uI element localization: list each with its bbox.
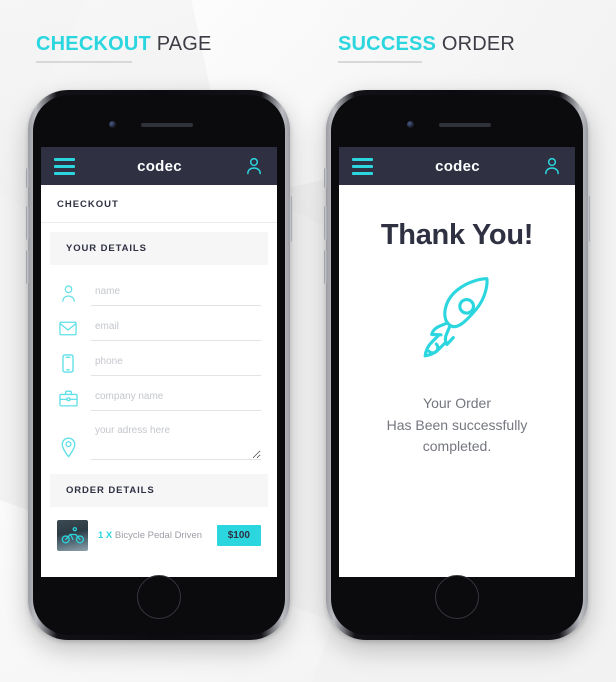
success-page-heading: SUCCESS ORDER: [338, 33, 515, 63]
email-input[interactable]: [91, 319, 261, 341]
bicycle-icon: [61, 527, 84, 544]
map-pin-icon: [57, 434, 79, 460]
name-input[interactable]: [91, 284, 261, 306]
phone-volume-down-button[interactable]: [26, 250, 29, 284]
order-item-label: 1 X Bicycle Pedal Driven: [98, 530, 207, 541]
app-brand-logo: codec: [137, 157, 182, 175]
phone-silent-switch[interactable]: [26, 168, 29, 188]
field-row-phone: [57, 341, 261, 376]
order-details-heading: ORDER DETAILS: [50, 474, 268, 507]
order-line-item: 1 X Bicycle Pedal Driven $100: [41, 507, 277, 551]
front-camera-icon: [407, 121, 414, 128]
person-icon: [57, 280, 79, 306]
checkout-form: [41, 265, 277, 460]
earpiece-speaker: [439, 123, 491, 127]
phone-home-button[interactable]: [435, 575, 479, 619]
rocket-icon: [411, 270, 503, 367]
address-textarea[interactable]: [91, 420, 261, 460]
success-heading-plain: ORDER: [436, 33, 516, 55]
briefcase-icon: [57, 385, 79, 411]
field-row-company: [57, 376, 261, 411]
company-name-input[interactable]: [91, 389, 261, 411]
front-camera-icon: [109, 121, 116, 128]
phone-home-button[interactable]: [137, 575, 181, 619]
checkout-screen: codec CHECKOUT YOUR DETAILS name email p…: [41, 147, 277, 577]
app-header-success: codec: [339, 147, 575, 185]
order-item-price: $100: [216, 525, 261, 546]
phone-input[interactable]: [91, 354, 261, 376]
phone-body: codec Thank You! Your Order Has Been suc…: [331, 95, 583, 635]
page-title: CHECKOUT: [41, 185, 277, 223]
order-item-name: Bicycle Pedal Driven: [114, 530, 203, 541]
checkout-heading-underline: [36, 61, 132, 63]
checkout-heading-accent: CHECKOUT: [36, 33, 151, 55]
app-brand-logo: codec: [435, 157, 480, 175]
success-body: Thank You! Your Order Has Been successfu…: [339, 185, 575, 577]
user-account-icon[interactable]: [244, 156, 264, 176]
user-account-icon[interactable]: [542, 156, 562, 176]
order-item-quantity: 1 X: [98, 530, 113, 541]
hamburger-menu-icon[interactable]: [352, 157, 373, 175]
phone-volume-down-button[interactable]: [324, 250, 327, 284]
field-row-name: [57, 271, 261, 306]
success-heading-underline: [338, 61, 422, 63]
envelope-icon: [57, 315, 79, 341]
section-headings: CHECKOUT PAGE SUCCESS ORDER: [0, 0, 616, 86]
success-message: Your Order Has Been successfully complet…: [386, 395, 528, 455]
field-row-email: [57, 306, 261, 341]
checkout-heading-plain: PAGE: [150, 33, 212, 55]
phone-power-button[interactable]: [289, 196, 292, 242]
earpiece-speaker: [141, 123, 193, 127]
hamburger-menu-icon[interactable]: [54, 157, 75, 175]
phone-power-button[interactable]: [587, 196, 590, 242]
success-heading-accent: SUCCESS: [338, 33, 437, 55]
phone-volume-up-button[interactable]: [26, 206, 29, 240]
phone-body: codec CHECKOUT YOUR DETAILS name email p…: [33, 95, 285, 635]
phone-mockup-checkout: codec CHECKOUT YOUR DETAILS name email p…: [26, 90, 292, 640]
mobile-icon: [57, 350, 79, 376]
phone-mockup-success: codec Thank You! Your Order Has Been suc…: [324, 90, 590, 640]
checkout-page-heading: CHECKOUT PAGE: [36, 33, 212, 63]
success-screen: codec Thank You! Your Order Has Been suc…: [339, 147, 575, 577]
field-row-address: [57, 411, 261, 460]
phone-volume-up-button[interactable]: [324, 206, 327, 240]
your-details-heading: YOUR DETAILS: [50, 232, 268, 265]
app-header-checkout: codec: [41, 147, 277, 185]
thank-you-title: Thank You!: [380, 219, 534, 251]
phone-silent-switch[interactable]: [324, 168, 327, 188]
checkout-body: CHECKOUT YOUR DETAILS name email phone c…: [41, 185, 277, 577]
product-thumbnail: [57, 520, 88, 551]
